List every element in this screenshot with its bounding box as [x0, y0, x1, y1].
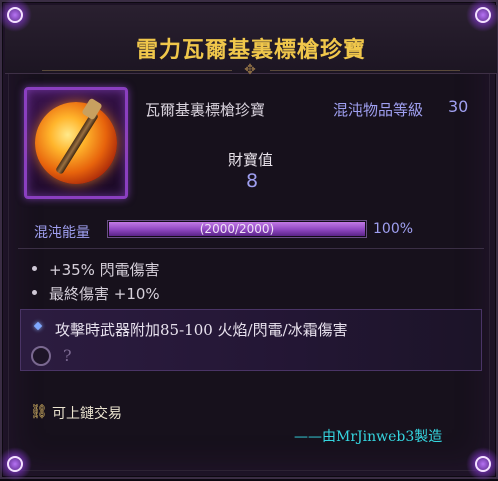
tradeable-text: 可上鏈交易: [52, 406, 122, 422]
gem-orb-staff-icon: [35, 97, 117, 184]
chaos-item-level-value: 30: [448, 97, 469, 116]
socket-unknown-text: ?: [63, 346, 72, 365]
affix-text: 攻擊時武器附加85-100 火焰/閃電/冰霜傷害: [55, 321, 348, 339]
divider-ornament-icon: ✥: [244, 62, 256, 78]
chaos-energy-bar: (2000/2000): [107, 220, 367, 238]
staff-head: [81, 97, 103, 121]
chaos-energy-bar-text: (2000/2000): [199, 222, 275, 236]
bullet-icon: [32, 290, 37, 295]
header-divider-left: [42, 70, 232, 71]
treasure-value: 8: [246, 170, 259, 192]
creator-credit: ——由MrJinweb3製造: [294, 429, 443, 445]
corner-rune-icon: [466, 447, 498, 481]
item-tooltip: 雷力瓦爾基裏標槍珍寶 ✥ 瓦爾基裏標槍珍寶 混沌物品等級 30 財寶值 8 混沌…: [0, 0, 498, 481]
treasure-value-label: 財寶值: [228, 151, 274, 169]
bullet-icon: [32, 266, 37, 271]
stat-text: 最終傷害 +10%: [49, 285, 160, 303]
affix-diamond-icon: [33, 321, 43, 331]
corner-rune-icon: [466, 0, 498, 32]
chaos-item-level-label: 混沌物品等級: [333, 101, 424, 119]
corner-rune-icon: [0, 447, 32, 481]
stat-line-1: +35% 閃電傷害: [32, 259, 160, 280]
header-divider-right: [270, 70, 460, 71]
chaos-energy-percent: 100%: [373, 221, 414, 237]
empty-socket-icon[interactable]: [31, 346, 51, 366]
item-title: 雷力瓦爾基裏標槍珍寶: [135, 37, 366, 63]
section-divider: [18, 248, 484, 249]
affix-panel: 攻擊時武器附加85-100 火焰/閃電/冰霜傷害 ?: [20, 309, 482, 371]
stat-text: +35% 閃電傷害: [49, 261, 160, 279]
item-base-name: 瓦爾基裏標槍珍寶: [145, 101, 266, 119]
stat-line-2: 最終傷害 +10%: [32, 283, 160, 304]
item-icon-frame: [24, 87, 128, 199]
chain-icon: ⛓: [30, 404, 48, 420]
staff-shaft: [55, 111, 99, 175]
chaos-energy-label: 混沌能量: [34, 225, 90, 241]
